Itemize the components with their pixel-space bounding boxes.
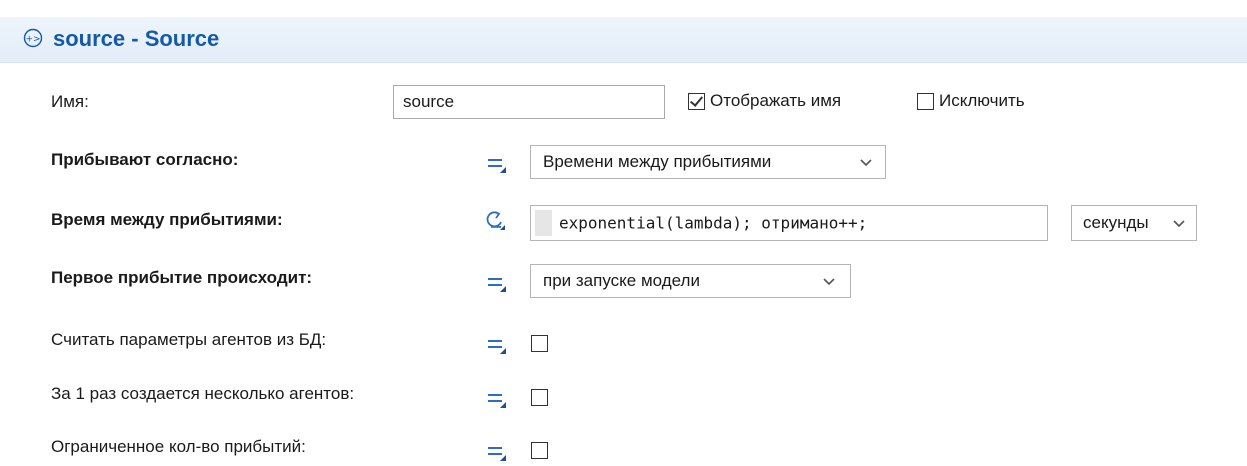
limited-arrivals-label: Ограниченное кол-во прибытий: bbox=[51, 437, 306, 456]
arrive-dropdown[interactable]: Времени между прибытиями bbox=[530, 145, 886, 179]
first-arrival-dropdown[interactable]: при запуске модели bbox=[530, 264, 851, 298]
chevron-down-icon bbox=[823, 278, 835, 286]
chevron-down-icon bbox=[860, 159, 872, 167]
panel-header: +> source - Source bbox=[0, 17, 1247, 63]
svg-text:+>: +> bbox=[25, 35, 40, 45]
multiple-agents-checkbox[interactable] bbox=[531, 389, 548, 406]
name-label: Имя: bbox=[51, 92, 89, 111]
exclude-label: Исключить bbox=[939, 91, 1025, 110]
read-db-label: Считать параметры агентов из БД: bbox=[51, 330, 327, 349]
arrive-label: Прибывают согласно: bbox=[51, 150, 239, 169]
static-value-icon[interactable] bbox=[486, 334, 508, 356]
source-block-icon: +> bbox=[23, 28, 43, 48]
static-value-icon[interactable] bbox=[486, 153, 508, 175]
static-value-icon[interactable] bbox=[486, 272, 508, 294]
arrive-dropdown-value: Времени между прибытиями bbox=[543, 152, 772, 171]
exclude-checkbox[interactable] bbox=[917, 93, 934, 110]
chevron-down-icon bbox=[1173, 220, 1185, 228]
code-gutter bbox=[535, 210, 552, 236]
interarrival-label: Время между прибытиями: bbox=[51, 210, 283, 229]
static-value-icon[interactable] bbox=[486, 441, 508, 463]
name-input-value: source bbox=[403, 92, 455, 111]
time-unit-dropdown[interactable]: секунды bbox=[1071, 205, 1197, 241]
first-arrival-label: Первое прибытие происходит: bbox=[51, 268, 313, 287]
properties-panel: +> source - Source Имя: source Отображат… bbox=[0, 0, 1247, 466]
time-unit-value: секунды bbox=[1083, 213, 1149, 232]
show-name-checkbox[interactable] bbox=[688, 93, 705, 110]
dynamic-value-icon[interactable] bbox=[484, 209, 506, 231]
limited-arrivals-checkbox[interactable] bbox=[531, 442, 548, 459]
interarrival-code-text: exponential(lambda); отримано++; bbox=[559, 213, 868, 233]
first-arrival-dropdown-value: при запуске модели bbox=[543, 271, 700, 290]
multiple-agents-label: За 1 раз создается несколько агентов: bbox=[51, 384, 355, 403]
name-input[interactable]: source bbox=[393, 85, 665, 119]
read-db-checkbox[interactable] bbox=[531, 335, 548, 352]
panel-title: source - Source bbox=[53, 26, 220, 51]
interarrival-code-input[interactable]: exponential(lambda); отримано++; bbox=[530, 205, 1048, 241]
static-value-icon[interactable] bbox=[486, 388, 508, 410]
show-name-label: Отображать имя bbox=[710, 91, 842, 110]
